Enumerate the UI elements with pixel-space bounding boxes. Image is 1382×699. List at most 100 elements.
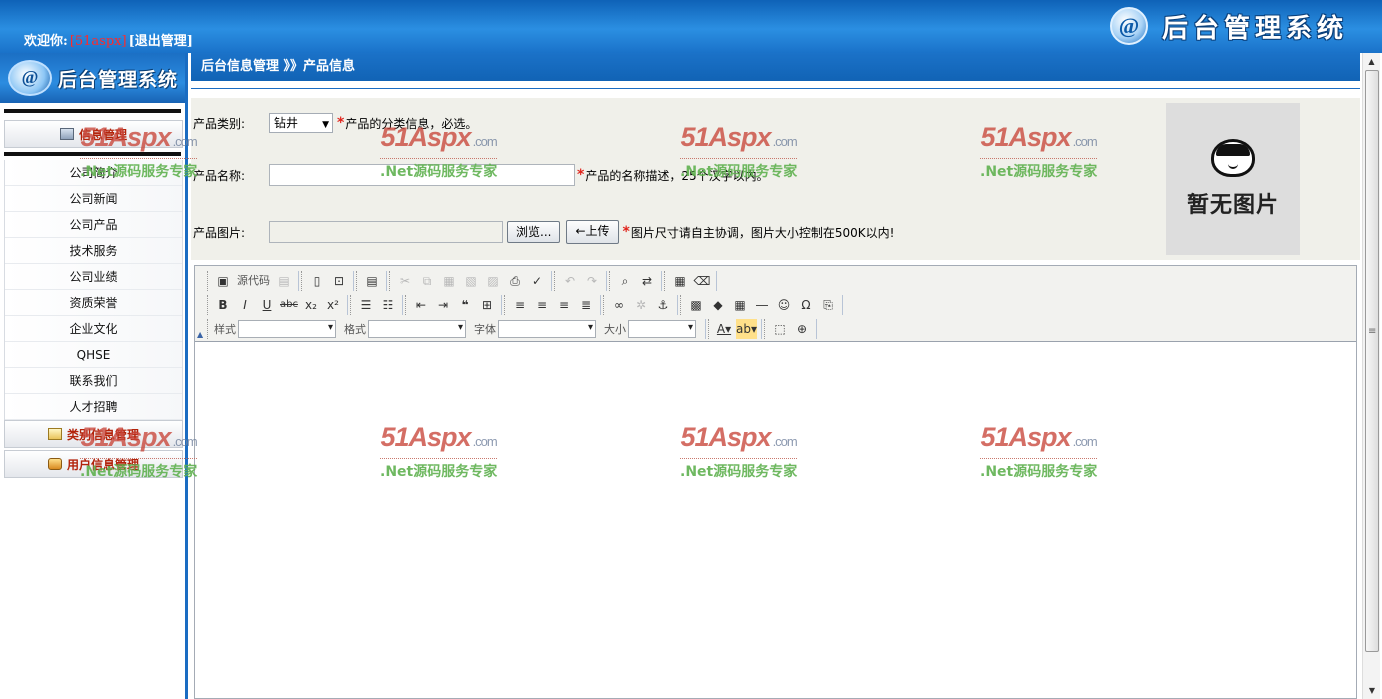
align-justify-icon[interactable]: ≣ <box>576 295 596 315</box>
sidebar-item-qhse[interactable]: QHSE <box>5 342 182 368</box>
div-icon[interactable]: ⊞ <box>477 295 497 315</box>
sidebar-item-company-products[interactable]: 公司产品 <box>5 212 182 238</box>
scroll-thumb[interactable] <box>1365 70 1379 652</box>
paste-text-icon[interactable]: ▧ <box>461 271 481 291</box>
font-label: 字体 <box>474 323 496 336</box>
toolbar-group: ⬚ ⊕ <box>764 319 817 339</box>
bg-color-icon[interactable]: ab▾ <box>736 319 757 339</box>
header-title: 后台管理系统 <box>1161 13 1348 44</box>
image-preview: 暂无图片 <box>1166 103 1300 255</box>
maximize-icon[interactable]: ⬚ <box>770 319 790 339</box>
editor-content-area[interactable] <box>195 342 1356 698</box>
product-name-input[interactable] <box>269 164 575 186</box>
bold-icon[interactable]: B <box>213 295 233 315</box>
undo-icon[interactable]: ↶ <box>560 271 580 291</box>
logout-link[interactable]: [退出管理] <box>129 34 193 49</box>
find-icon[interactable]: ⌕ <box>615 271 635 291</box>
scroll-up-icon[interactable]: ▲ <box>1363 53 1380 70</box>
redo-icon[interactable]: ↷ <box>582 271 602 291</box>
flash-icon[interactable]: ◆ <box>708 295 728 315</box>
font-dropdown[interactable] <box>498 320 596 338</box>
text-color-icon[interactable]: A▾ <box>714 319 734 339</box>
horizontal-rule-icon[interactable]: ― <box>752 295 772 315</box>
category-select[interactable]: 钻井 ▼ <box>269 113 333 133</box>
logo-icon: @ <box>1109 7 1148 45</box>
replace-icon[interactable]: ⇄ <box>637 271 657 291</box>
source-button[interactable]: 源代码 <box>235 271 272 291</box>
sidebar-item-performance[interactable]: 公司业绩 <box>5 264 182 290</box>
section-category-management[interactable]: 类别信息管理 <box>4 420 183 448</box>
section-info-management[interactable]: 信息管理 <box>4 120 183 148</box>
image-icon[interactable]: ▩ <box>686 295 706 315</box>
toolbar-group: ▩ ◆ ▦ ― ☺ Ω ⎘ <box>680 295 843 315</box>
select-all-icon[interactable]: ▦ <box>670 271 690 291</box>
new-page-icon[interactable]: ▯ <box>307 271 327 291</box>
source-icon[interactable]: ▣ <box>213 271 233 291</box>
strikethrough-icon[interactable]: abc <box>279 295 299 315</box>
category-label: 产品类别: <box>193 116 246 131</box>
align-right-icon[interactable]: ≡ <box>554 295 574 315</box>
sidebar-logo-text: 后台管理系统 <box>58 68 179 91</box>
show-blocks-icon[interactable]: ⊕ <box>792 319 812 339</box>
style-dropdown[interactable] <box>238 320 336 338</box>
sidebar-item-company-news[interactable]: 公司新闻 <box>5 186 182 212</box>
anchor-icon[interactable]: ⚓ <box>653 295 673 315</box>
copy-icon[interactable]: ⧉ <box>417 271 437 291</box>
cartoon-face-icon <box>1211 139 1255 177</box>
format-label: 格式 <box>344 323 366 336</box>
cut-icon[interactable]: ✂ <box>395 271 415 291</box>
sidebar-item-culture[interactable]: 企业文化 <box>5 316 182 342</box>
page-break-icon[interactable]: ⎘ <box>818 295 838 315</box>
align-center-icon[interactable]: ≡ <box>532 295 552 315</box>
preview-icon[interactable]: ⊡ <box>329 271 349 291</box>
underline-icon[interactable]: U <box>257 295 277 315</box>
save-icon[interactable]: ▤ <box>274 271 294 291</box>
divider <box>191 88 1360 89</box>
sidebar-item-recruitment[interactable]: 人才招聘 <box>5 394 182 420</box>
section-user-label: 用户信息管理 <box>66 457 139 472</box>
table-icon[interactable]: ▦ <box>730 295 750 315</box>
paste-word-icon[interactable]: ▨ <box>483 271 503 291</box>
eraser-icon[interactable]: ⌫ <box>692 271 712 291</box>
subscript-icon[interactable]: x₂ <box>301 295 321 315</box>
link-icon[interactable]: ∞ <box>609 295 629 315</box>
toolbar-group: ⇤ ⇥ ❝ ⊞ <box>405 295 502 315</box>
toolbar-group: ▯ ⊡ <box>301 271 354 291</box>
format-dropdown[interactable] <box>368 320 466 338</box>
outdent-icon[interactable]: ⇤ <box>411 295 431 315</box>
required-mark: * <box>577 167 585 183</box>
sidebar-item-company-intro[interactable]: 公司简介 <box>5 160 182 186</box>
style-label: 样式 <box>214 323 236 336</box>
section-user-management[interactable]: 用户信息管理 <box>4 450 183 478</box>
spellcheck-icon[interactable]: ✓ <box>527 271 547 291</box>
sidebar-logo-icon: @ <box>8 60 52 96</box>
collapse-toolbar-icon[interactable]: ▲ <box>197 330 203 339</box>
browse-button[interactable]: 浏览... <box>507 221 561 243</box>
username: [51aspx] <box>69 34 127 49</box>
templates-icon[interactable]: ▤ <box>362 271 382 291</box>
size-dropdown[interactable] <box>628 320 696 338</box>
unlink-icon[interactable]: ✲ <box>631 295 651 315</box>
main-content: 后台信息管理 》》产品信息 产品类别: 钻井 ▼ * 产品的分类信息，必选。 产品… <box>191 53 1360 699</box>
blockquote-icon[interactable]: ❝ <box>455 295 475 315</box>
align-left-icon[interactable]: ≡ <box>510 295 530 315</box>
sidebar-item-contact[interactable]: 联系我们 <box>5 368 182 394</box>
ordered-list-icon[interactable]: ☰ <box>356 295 376 315</box>
scroll-down-icon[interactable]: ▼ <box>1363 682 1381 699</box>
sidebar-item-tech-service[interactable]: 技术服务 <box>5 238 182 264</box>
special-char-icon[interactable]: Ω <box>796 295 816 315</box>
italic-icon[interactable]: I <box>235 295 255 315</box>
chevron-down-icon: ▼ <box>322 120 329 130</box>
file-path-field[interactable] <box>269 221 503 243</box>
paste-icon[interactable]: ▦ <box>439 271 459 291</box>
smiley-icon[interactable]: ☺ <box>774 295 794 315</box>
sidebar: @ 后台管理系统 信息管理 公司简介 公司新闻 公司产品 技术服务 公司业绩 资… <box>0 53 188 699</box>
vertical-scrollbar[interactable]: ▲ ▼ <box>1362 53 1380 699</box>
indent-icon[interactable]: ⇥ <box>433 295 453 315</box>
editor-toolbar: ▣ 源代码 ▤ ▯ ⊡ ▤ ✂ ⧉ ▦ ▧ ▨ ⎙ ✓ ↶ ↷ ⌕ ⇄ ▦ ⌫ … <box>195 266 1356 342</box>
sidebar-item-honors[interactable]: 资质荣誉 <box>5 290 182 316</box>
unordered-list-icon[interactable]: ☷ <box>378 295 398 315</box>
print-icon[interactable]: ⎙ <box>505 271 525 291</box>
upload-button[interactable]: ←上传 <box>566 220 619 244</box>
superscript-icon[interactable]: x² <box>323 295 343 315</box>
